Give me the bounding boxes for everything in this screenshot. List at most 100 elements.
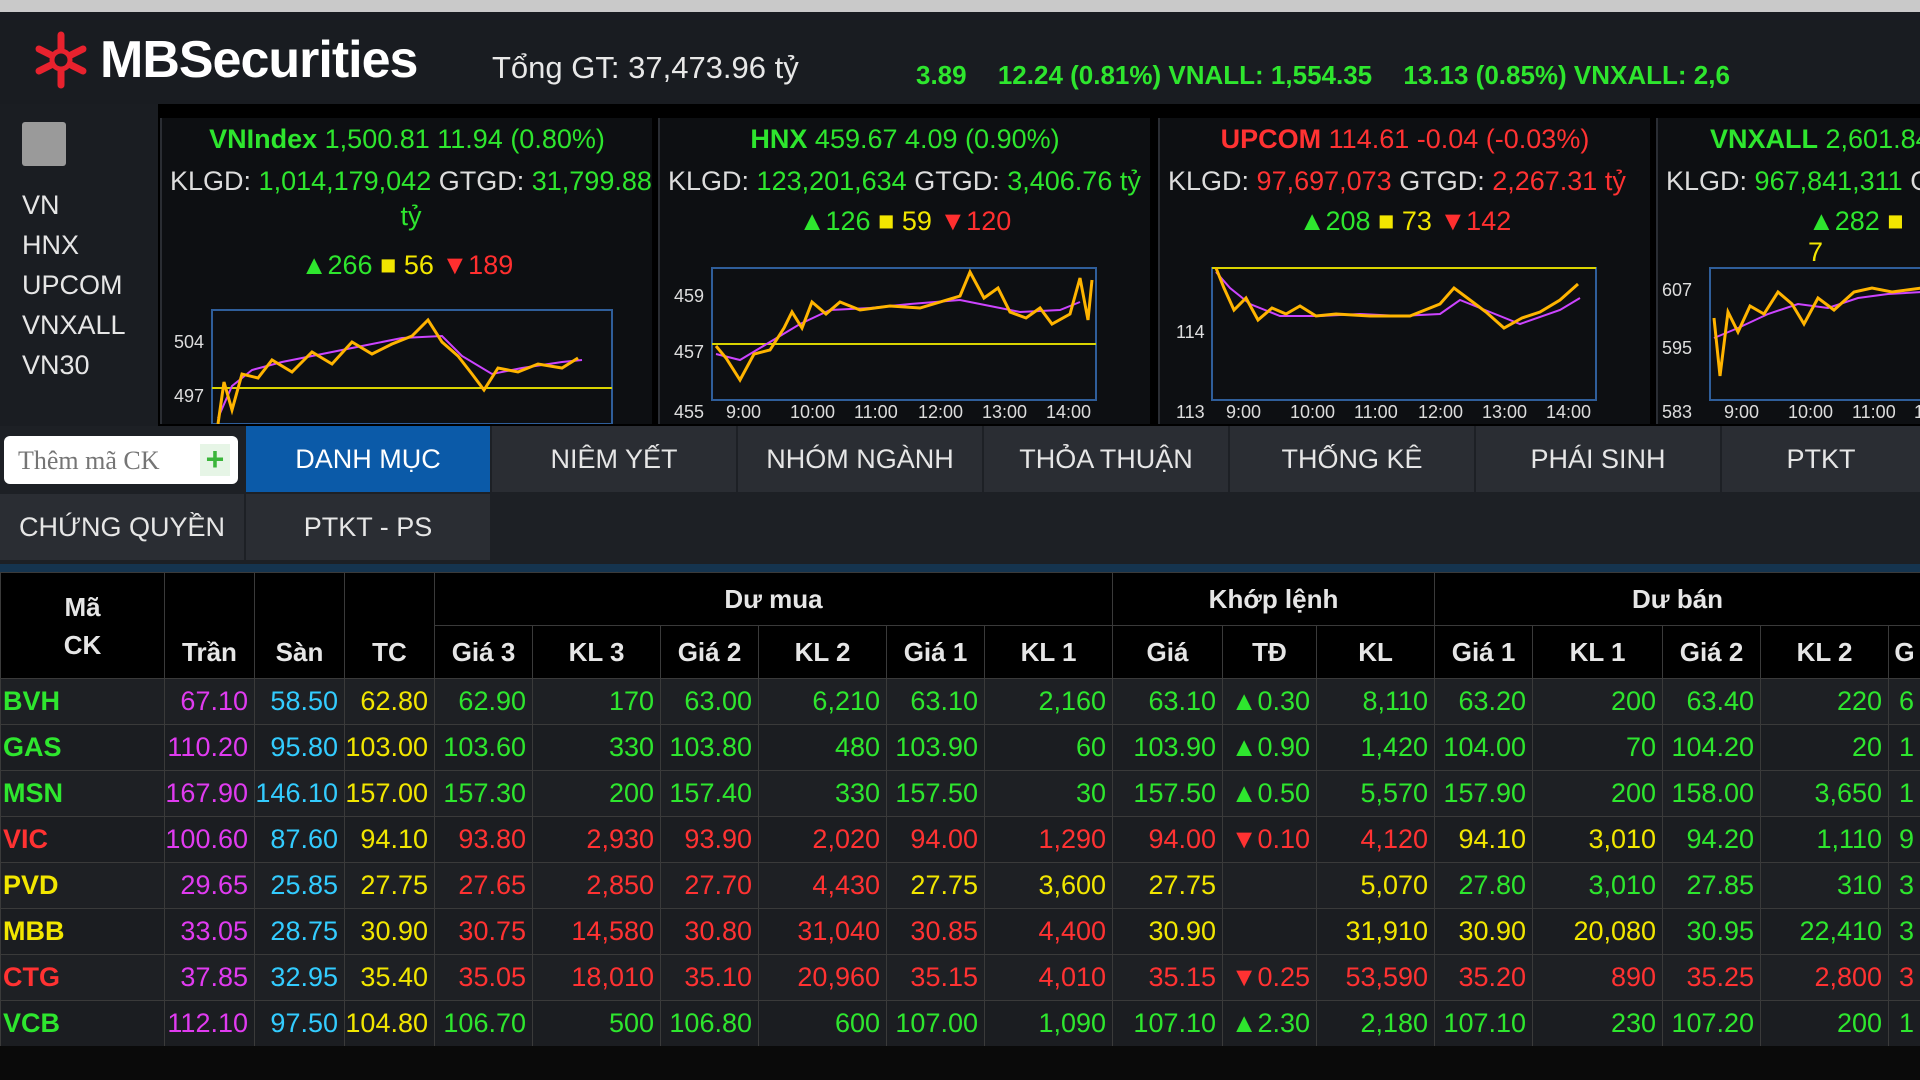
tab-niem-yet[interactable]: NIÊM YẾT <box>492 426 738 492</box>
col-header[interactable]: Giá 1 <box>886 625 985 679</box>
x-label: 11:00 <box>1852 402 1896 422</box>
table-cell: 29.65 <box>164 862 255 909</box>
col-header[interactable]: Giá <box>1112 625 1224 679</box>
table-cell: 20,080 <box>1532 908 1664 955</box>
table-cell: 330 <box>758 770 887 817</box>
symbol-cell[interactable]: BVH <box>0 678 165 725</box>
col-header[interactable]: G <box>1888 625 1920 679</box>
col-header[interactable]: KL 1 <box>1532 625 1664 679</box>
table-row[interactable]: GAS 110.20 95.80 103.00 103.60 330 103.80 480 10… <box>0 724 1920 771</box>
symbol-cell[interactable]: GAS <box>0 724 165 771</box>
logo[interactable]: MBSecurities <box>30 30 418 90</box>
symbol-cell[interactable]: MSN <box>0 770 165 817</box>
table-cell: 30.75 <box>434 908 533 955</box>
tab-phai-sinh[interactable]: PHÁI SINH <box>1476 426 1722 492</box>
col-floor-header[interactable]: Sàn <box>254 572 345 679</box>
table-row[interactable]: VIC 100.60 87.60 94.10 93.80 2,930 93.90 2,020 9… <box>0 816 1920 863</box>
table-row[interactable]: CTG 37.85 32.95 35.40 35.05 18,010 35.10 20,960… <box>0 954 1920 1001</box>
nav-item-vn30[interactable]: VN30 <box>22 350 90 381</box>
col-header[interactable]: KL 2 <box>758 625 887 679</box>
table-cell: 107.20 <box>1662 1000 1762 1047</box>
table-cell: 18,010 <box>532 954 661 1001</box>
table-row[interactable]: MSN 167.90 146.10 157.00 157.30 200 157.40 330 1… <box>0 770 1920 817</box>
table-cell: 106.80 <box>660 1000 759 1047</box>
tab-thoa-thuan[interactable]: THỎA THUẬN <box>984 426 1230 492</box>
table-cell: 27.85 <box>1662 862 1762 909</box>
col-header[interactable]: Giá 1 <box>1434 625 1534 679</box>
symbol-cell[interactable]: MBB <box>0 908 165 955</box>
table-cell: 35.20 <box>1434 954 1534 1001</box>
advance-count: ▲282 <box>1808 206 1880 236</box>
tab-nhom-nganh[interactable]: NHÓM NGÀNH <box>738 426 984 492</box>
table-cell: 30.90 <box>1434 908 1534 955</box>
table-cell: 25.85 <box>254 862 345 909</box>
index-panel-vnxall[interactable]: VNXALL 2,601.84 KLGD: 967,841,311 G ▲282… <box>1656 118 1920 424</box>
table-cell: 3 <box>1888 954 1920 1001</box>
col-header[interactable]: TĐ <box>1222 625 1318 679</box>
col-symbol-header[interactable]: Mã CK <box>0 572 165 679</box>
table-cell: 1 <box>1888 1000 1920 1047</box>
index-panel-upcom[interactable]: UPCOM 114.61 -0.04 (-0.03%) KLGD: 97,697… <box>1158 118 1650 424</box>
table-cell: 2,020 <box>758 816 887 863</box>
table-row[interactable]: PVD 29.65 25.85 27.75 27.65 2,850 27.70 4,430 27… <box>0 862 1920 909</box>
symbol-cell[interactable]: CTG <box>0 954 165 1001</box>
klgd-value: 1,014,179,042 <box>258 166 432 196</box>
table-cell: 1,420 <box>1316 724 1436 771</box>
nav-item-upcom[interactable]: UPCOM <box>22 270 123 301</box>
col-header[interactable]: KL 2 <box>1760 625 1890 679</box>
table-cell: 157.90 <box>1434 770 1534 817</box>
x-label: 11:00 <box>854 402 898 422</box>
col-header[interactable]: KL 3 <box>532 625 661 679</box>
table-cell: 157.50 <box>886 770 985 817</box>
index-name: UPCOM <box>1220 124 1322 154</box>
table-cell: 1 <box>1888 770 1920 817</box>
symbol-cell[interactable]: VCB <box>0 1000 165 1047</box>
y-label: 457 <box>674 342 704 362</box>
intraday-chart: 114 113 9:00 10:00 11:00 12:00 13:00 14:… <box>1176 267 1597 422</box>
tab-danh-muc[interactable]: DANH MỤC <box>246 426 492 492</box>
table-cell: 4,400 <box>983 908 1114 955</box>
col-header[interactable]: Giá 2 <box>1662 625 1762 679</box>
tab-chung-quyen[interactable]: CHỨNG QUYỀN <box>0 494 246 560</box>
tab-ptkt-ps[interactable]: PTKT - PS <box>246 494 492 560</box>
col-ceiling-header[interactable]: Trần <box>164 572 255 679</box>
table-cell: 3,600 <box>983 862 1114 909</box>
table-cell: 230 <box>1532 1000 1664 1047</box>
price-board: Mã CK Trần Sàn TC Dư mua Khớp lệnh Dư bá… <box>0 572 1920 1047</box>
table-cell: 2,800 <box>1760 954 1890 1001</box>
table-cell: 67.10 <box>164 678 255 725</box>
table-row[interactable]: MBB 33.05 28.75 30.90 30.75 14,580 30.80 31,040… <box>0 908 1920 955</box>
table-row[interactable]: BVH 67.10 58.50 62.80 62.90 170 63.00 6,210 63.1… <box>0 678 1920 725</box>
x-label: 10:00 <box>790 402 835 422</box>
table-cell: 107.00 <box>886 1000 985 1047</box>
klgd-label: KLGD: <box>1666 166 1748 196</box>
klgd-value: 123,201,634 <box>756 166 907 196</box>
table-cell: 146.10 <box>254 770 345 817</box>
col-header[interactable]: KL <box>1316 625 1436 679</box>
symbol-input[interactable] <box>16 444 200 478</box>
index-panel-vnindex[interactable]: VNIndex 1,500.81 11.94 (0.80%) KLGD: 1,0… <box>160 118 652 424</box>
nav-item-vnxall[interactable]: VNXALL <box>22 310 126 341</box>
table-cell: 97.50 <box>254 1000 345 1047</box>
table-cell: 27.75 <box>1112 862 1224 909</box>
nav-item-hnx[interactable]: HNX <box>22 230 79 261</box>
col-ref-header[interactable]: TC <box>344 572 435 679</box>
x-label: 1 <box>1914 402 1920 422</box>
symbol-cell[interactable]: PVD <box>0 862 165 909</box>
x-label: 14:00 <box>1546 402 1591 422</box>
nav-item-vn[interactable]: VN <box>22 190 60 221</box>
tab-thong-ke[interactable]: THỐNG KÊ <box>1230 426 1476 492</box>
collapse-button[interactable] <box>22 122 66 166</box>
symbol-cell[interactable]: VIC <box>0 816 165 863</box>
table-cell: 22,410 <box>1760 908 1890 955</box>
table-cell: 157.40 <box>660 770 759 817</box>
col-header[interactable]: KL 1 <box>983 625 1114 679</box>
tab-ptkt[interactable]: PTKT <box>1722 426 1920 492</box>
table-row[interactable]: VCB 112.10 97.50 104.80 106.70 500 106.80 600 10… <box>0 1000 1920 1047</box>
index-panel-hnx[interactable]: HNX 459.67 4.09 (0.90%) KLGD: 123,201,63… <box>658 118 1150 424</box>
col-header[interactable]: Giá 2 <box>660 625 759 679</box>
table-cell: ▲0.30 <box>1222 678 1318 725</box>
add-symbol-button[interactable]: + <box>200 443 230 476</box>
table-cell: 63.10 <box>886 678 985 725</box>
col-header[interactable]: Giá 3 <box>434 625 533 679</box>
